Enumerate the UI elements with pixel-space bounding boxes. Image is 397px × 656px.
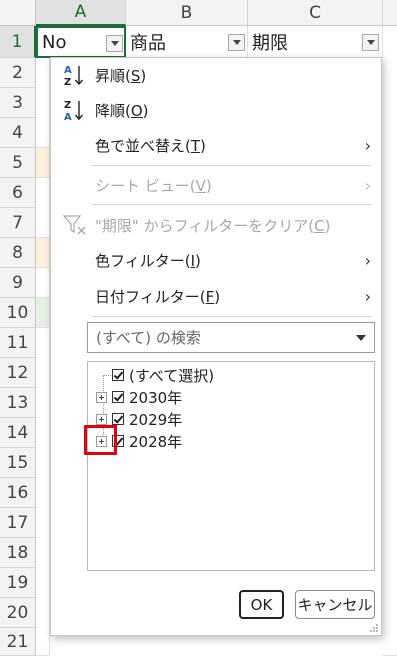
- select-all-label: (すべて選択): [129, 366, 215, 385]
- cell-a5[interactable]: [36, 148, 50, 178]
- year-2028-label: 2028年: [129, 432, 183, 451]
- cell-a6-a7[interactable]: [36, 178, 50, 238]
- sort-descending-label: 降順(O): [95, 101, 149, 120]
- clear-filter-label: "期限" からフィルターをクリア(C): [95, 216, 331, 235]
- tree-connector: [103, 375, 111, 376]
- filter-search-placeholder: (すべて) の検索: [96, 329, 201, 347]
- cancel-button[interactable]: キャンセル: [295, 590, 375, 619]
- cell-a11-a21[interactable]: [36, 328, 50, 656]
- highlight-box: [84, 425, 117, 455]
- sort-by-color[interactable]: 色で並べ替え(T) ›: [51, 128, 381, 162]
- cell-b1[interactable]: 商品: [126, 26, 248, 58]
- cell-c1-text: 期限: [252, 32, 288, 54]
- cell-a9[interactable]: [36, 268, 50, 298]
- color-filter-label: 色フィルター(I): [95, 251, 201, 270]
- row-header-17[interactable]: 17: [0, 508, 36, 538]
- menu-separator: [91, 204, 371, 205]
- row-header-2[interactable]: 2: [0, 58, 36, 88]
- svg-text:A: A: [64, 112, 72, 122]
- color-filter[interactable]: 色フィルター(I) ›: [51, 243, 381, 277]
- cells-right-edge[interactable]: [382, 58, 397, 656]
- select-all-checkbox[interactable]: [112, 369, 124, 381]
- column-header-a[interactable]: A: [36, 0, 126, 26]
- row-header-9[interactable]: 9: [0, 268, 36, 298]
- row-header-10[interactable]: 10: [0, 298, 36, 328]
- row-header-1[interactable]: 1: [0, 26, 36, 58]
- filter-value-tree[interactable]: (すべて選択) 2030年 2029年 2028年: [87, 361, 375, 571]
- sort-descending[interactable]: Z A 降順(O): [51, 93, 381, 127]
- clear-filter: "期限" からフィルターをクリア(C): [51, 208, 381, 242]
- tree-item-select-all[interactable]: (すべて選択): [112, 364, 214, 386]
- row-header-15[interactable]: 15: [0, 448, 36, 478]
- filter-dropdown-b[interactable]: [228, 34, 245, 51]
- row-header-7[interactable]: 7: [0, 208, 36, 238]
- menu-separator: [91, 165, 371, 166]
- row-header-5[interactable]: 5: [0, 148, 36, 178]
- year-2029-checkbox[interactable]: [112, 413, 124, 425]
- cell-a8[interactable]: [36, 238, 50, 268]
- sort-by-color-label: 色で並べ替え(T): [95, 136, 206, 155]
- expand-plus-icon[interactable]: [96, 413, 107, 425]
- column-header-partial[interactable]: [383, 0, 397, 26]
- submenu-chevron-icon: ›: [364, 286, 371, 306]
- row-header-12[interactable]: 12: [0, 358, 36, 388]
- cell-a2-a4[interactable]: [36, 58, 50, 148]
- resize-grip-icon[interactable]: [370, 624, 378, 632]
- column-header-c[interactable]: C: [248, 0, 383, 26]
- svg-text:Z: Z: [64, 77, 71, 87]
- column-header-b[interactable]: B: [126, 0, 248, 26]
- sheet-view-label: シート ビュー(V): [95, 176, 212, 195]
- row-header-3[interactable]: 3: [0, 88, 36, 118]
- submenu-chevron-icon: ›: [364, 250, 371, 270]
- sheet-view: シート ビュー(V) ›: [51, 168, 381, 202]
- expand-plus-icon[interactable]: [96, 391, 107, 403]
- sort-descending-icon: Z A: [64, 100, 84, 122]
- menu-separator: [91, 316, 371, 317]
- cell-a10[interactable]: [36, 298, 50, 328]
- row-header-14[interactable]: 14: [0, 418, 36, 448]
- svg-text:Z: Z: [64, 100, 71, 111]
- sort-ascending[interactable]: A Z 昇順(S): [51, 58, 381, 92]
- row-header-8[interactable]: 8: [0, 238, 36, 268]
- cell-a1-text: No: [42, 31, 67, 53]
- autofilter-menu: A Z 昇順(S) Z A 降順(O) 色で並べ替え(T) › シート ビュー(…: [50, 57, 382, 636]
- date-filter-label: 日付フィルター(F): [95, 287, 221, 306]
- sort-ascending-label: 昇順(S): [95, 66, 147, 85]
- row-header-20[interactable]: 20: [0, 598, 36, 628]
- row-header-4[interactable]: 4: [0, 118, 36, 148]
- row-header-18[interactable]: 18: [0, 538, 36, 568]
- sort-ascending-icon: A Z: [64, 65, 84, 87]
- ok-button[interactable]: OK: [239, 590, 284, 619]
- year-2030-label: 2030年: [129, 388, 183, 407]
- filter-search-input[interactable]: (すべて) の検索: [87, 322, 375, 353]
- cell-c1[interactable]: 期限: [248, 26, 383, 58]
- submenu-chevron-icon: ›: [364, 175, 371, 195]
- cell-b1-text: 商品: [130, 32, 166, 54]
- search-dropdown-icon[interactable]: [356, 335, 366, 341]
- row-header-6[interactable]: 6: [0, 178, 36, 208]
- submenu-chevron-icon: ›: [364, 135, 371, 155]
- year-2029-label: 2029年: [129, 410, 183, 429]
- clear-filter-icon: [63, 215, 86, 235]
- svg-text:A: A: [64, 65, 72, 76]
- filter-dropdown-a[interactable]: [106, 35, 123, 52]
- tree-item-2030[interactable]: 2030年: [96, 386, 182, 408]
- row-header-21[interactable]: 21: [0, 628, 36, 656]
- row-header-16[interactable]: 16: [0, 478, 36, 508]
- filter-dropdown-c[interactable]: [362, 34, 379, 51]
- year-2030-checkbox[interactable]: [112, 391, 124, 403]
- date-filter[interactable]: 日付フィルター(F) ›: [51, 279, 381, 313]
- cell-a1[interactable]: No: [36, 26, 126, 58]
- row-header-13[interactable]: 13: [0, 388, 36, 418]
- row-header-19[interactable]: 19: [0, 568, 36, 598]
- select-all-corner[interactable]: [0, 0, 36, 26]
- row-header-11[interactable]: 11: [0, 328, 36, 358]
